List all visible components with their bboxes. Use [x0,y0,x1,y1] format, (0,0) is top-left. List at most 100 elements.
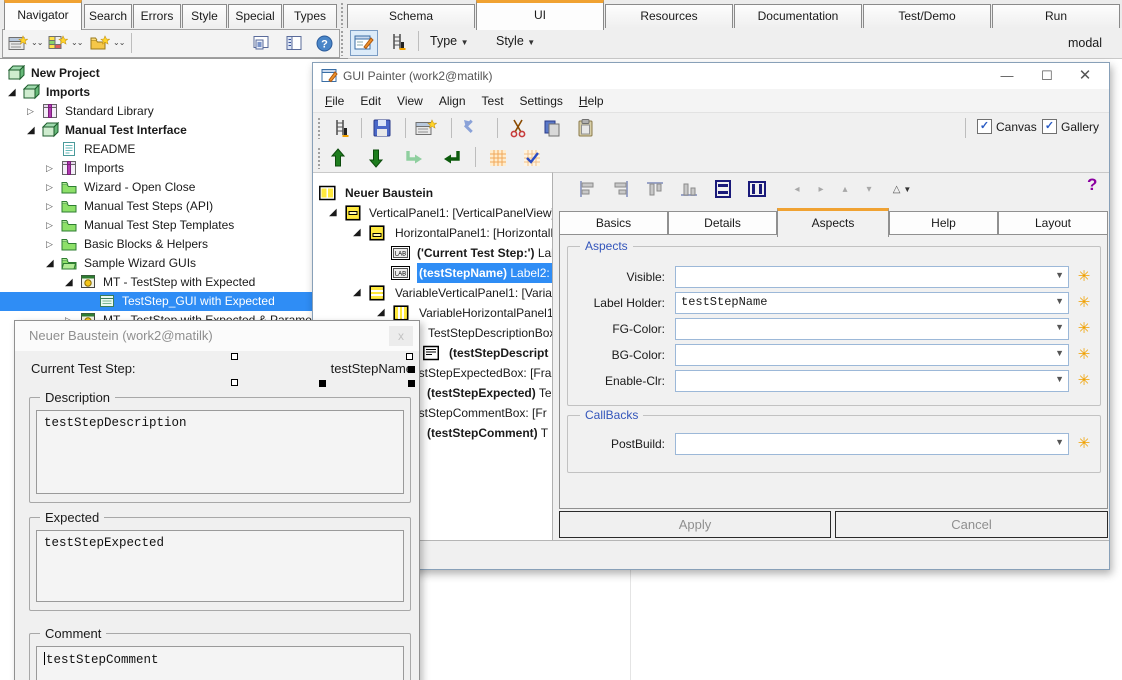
tab-ui[interactable]: UI [476,0,604,30]
tree-item-new-project[interactable]: New Project [0,64,348,83]
new-item-chevron-icon[interactable]: ⌄⌄ [71,38,82,47]
tree-item-teststep-gui-with-expected[interactable]: TestStep_GUI with Expected [0,292,348,311]
postbuild-combo[interactable]: ▼ [675,433,1069,455]
menu-edit[interactable]: Edit [352,94,389,108]
widget-row-verticalpanel1[interactable]: ◢ VerticalPanel1: [VerticalPanelView] [313,203,552,223]
chevron-down-icon[interactable]: ▼ [1055,322,1064,332]
tree-layout-icon[interactable] [284,33,306,53]
label-holder-combo[interactable]: testStepName ▼ [675,292,1069,314]
expand-toggle-icon[interactable]: ▷ [46,159,53,178]
tree-item-standard-library[interactable]: ▷ Standard Library [0,102,348,121]
description-textarea[interactable]: testStepDescription [36,410,404,494]
tree-item-manual-test-steps-api[interactable]: ▷ Manual Test Steps (API) [0,197,348,216]
visible-action-icon[interactable]: ✳ [1075,268,1093,286]
move-up-icon[interactable] [325,145,351,171]
tree-item-imports-inner[interactable]: ▷ Imports [0,159,348,178]
expand-toggle-icon[interactable]: ◢ [353,223,361,243]
tree-item-imports[interactable]: ◢ Imports [0,83,348,102]
widget-root-row[interactable]: Neuer Baustein [313,183,552,203]
tree-item-manual-test-step-templates[interactable]: ▷ Manual Test Step Templates [0,216,348,235]
chevron-down-icon[interactable]: ▼ [1055,270,1064,280]
widget-row-label2-selected[interactable]: LAB (testStepName) Label2: [L [313,263,552,283]
tab-schema[interactable]: Schema [347,4,475,28]
menu-align[interactable]: Align [431,94,474,108]
tab-details[interactable]: Details [668,211,777,234]
expand-toggle-icon[interactable]: ▷ [46,216,53,235]
distribute-horizontal-icon[interactable] [743,177,771,201]
tab-errors[interactable]: Errors [133,4,181,28]
test-step-name-widget[interactable]: testStepName [321,361,413,376]
expand-toggle-icon[interactable]: ◢ [329,203,337,223]
tab-navigator[interactable]: Navigator [4,0,82,30]
label-holder-action-icon[interactable]: ✳ [1075,294,1093,312]
tab-style[interactable]: Style [182,4,227,28]
window-layout-icon[interactable] [251,33,273,53]
align-right-icon[interactable] [607,177,635,201]
gallery-checkbox[interactable]: ✓ Gallery [1042,119,1099,134]
cancel-button[interactable]: Cancel [835,511,1108,538]
selection-handle[interactable] [319,380,326,387]
expand-toggle-icon[interactable]: ◢ [353,283,361,303]
maximize-icon[interactable]: ☐ [1031,65,1063,87]
preview-close-icon[interactable]: x [389,326,413,346]
widget-row-horizontalpanel1[interactable]: ◢ HorizontalPanel1: [HorizontalP [313,223,552,243]
expand-toggle-icon[interactable]: ◢ [46,254,54,273]
minimize-icon[interactable]: — [991,65,1023,87]
move-into-icon[interactable] [401,145,427,171]
grid-align-icon[interactable] [519,145,545,171]
tree-item-wizard-open-close[interactable]: ▷ Wizard - Open Close [0,178,348,197]
undo-icon[interactable] [459,115,485,141]
align-left-icon[interactable] [573,177,601,201]
help-icon[interactable]: ? [313,33,335,53]
property-help-icon[interactable]: ? [1087,175,1097,195]
chevron-down-icon[interactable]: ▼ [1055,374,1064,384]
bg-color-combo[interactable]: ▼ [675,344,1069,366]
tab-basics[interactable]: Basics [559,211,668,234]
new-folder-icon[interactable] [89,33,111,53]
tab-types[interactable]: Types [283,4,337,28]
new-view-icon[interactable] [7,33,29,53]
tab-layout[interactable]: Layout [998,211,1108,234]
expand-toggle-icon[interactable]: ▷ [46,235,53,254]
expand-toggle-icon[interactable]: ▷ [27,102,34,121]
nudge-left-icon[interactable]: ◂ [787,177,807,201]
gui-browser-icon[interactable] [384,30,410,54]
visible-combo[interactable]: ▼ [675,266,1069,288]
menu-settings[interactable]: Settings [512,94,571,108]
fg-color-combo[interactable]: ▼ [675,318,1069,340]
chevron-down-icon[interactable]: ▼ [1055,437,1064,447]
selection-handle[interactable] [408,380,415,387]
tree-item-basic-blocks-helpers[interactable]: ▷ Basic Blocks & Helpers [0,235,348,254]
canvas-checkbox-box[interactable]: ✓ [977,119,992,134]
nudge-down-icon[interactable]: ▾ [859,177,879,201]
postbuild-action-icon[interactable]: ✳ [1075,435,1093,453]
menu-view[interactable]: View [389,94,431,108]
tab-aspects[interactable]: Aspects [777,208,889,237]
move-out-icon[interactable] [439,145,465,171]
menu-file[interactable]: File [317,94,352,108]
canvas-checkbox[interactable]: ✓ Canvas [977,119,1037,134]
selection-handle[interactable] [231,379,238,386]
tab-run[interactable]: Run [992,4,1120,28]
tab-help[interactable]: Help [889,211,998,234]
grid-icon[interactable] [485,145,511,171]
type-dropdown[interactable]: Type ▼ [430,34,469,48]
tree-item-sample-wizard-guis[interactable]: ◢ Sample Wizard GUIs [0,254,348,273]
expand-toggle-icon[interactable]: ◢ [8,83,16,102]
close-icon[interactable]: ✕ [1069,65,1101,87]
distribute-vertical-icon[interactable] [709,177,737,201]
gallery-checkbox-box[interactable]: ✓ [1042,119,1057,134]
align-top-icon[interactable] [641,177,669,201]
apply-button[interactable]: Apply [559,511,831,538]
expand-toggle-icon[interactable]: ▷ [46,178,53,197]
expand-toggle-icon[interactable]: ▷ [46,197,53,216]
nudge-right-icon[interactable]: ▸ [811,177,831,201]
new-canvas-icon[interactable] [413,115,439,141]
save-icon[interactable] [369,115,395,141]
painter-title-bar[interactable]: GUI Painter (work2@matilk) — ☐ ✕ [313,63,1109,89]
align-bottom-icon[interactable] [675,177,703,201]
expand-toggle-icon[interactable]: ◢ [65,273,73,292]
comment-textarea[interactable]: testStepComment [36,646,404,680]
paste-icon[interactable] [573,115,599,141]
chevron-down-icon[interactable]: ▼ [1055,348,1064,358]
